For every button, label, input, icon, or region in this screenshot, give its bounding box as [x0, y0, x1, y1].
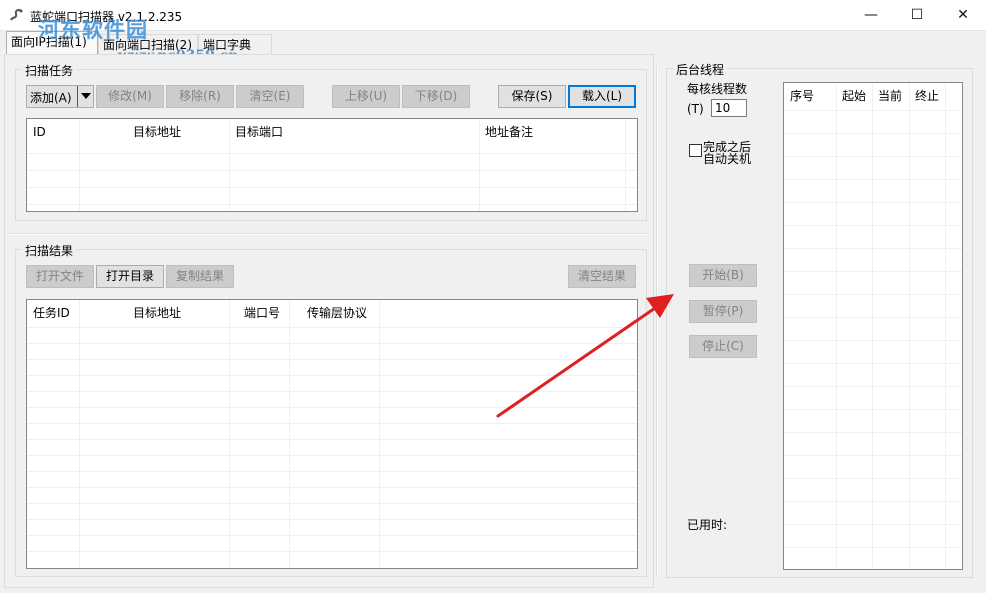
arrow-shaft [496, 304, 660, 418]
annotation-arrow-icon [496, 294, 674, 418]
arrow-head [646, 294, 674, 318]
